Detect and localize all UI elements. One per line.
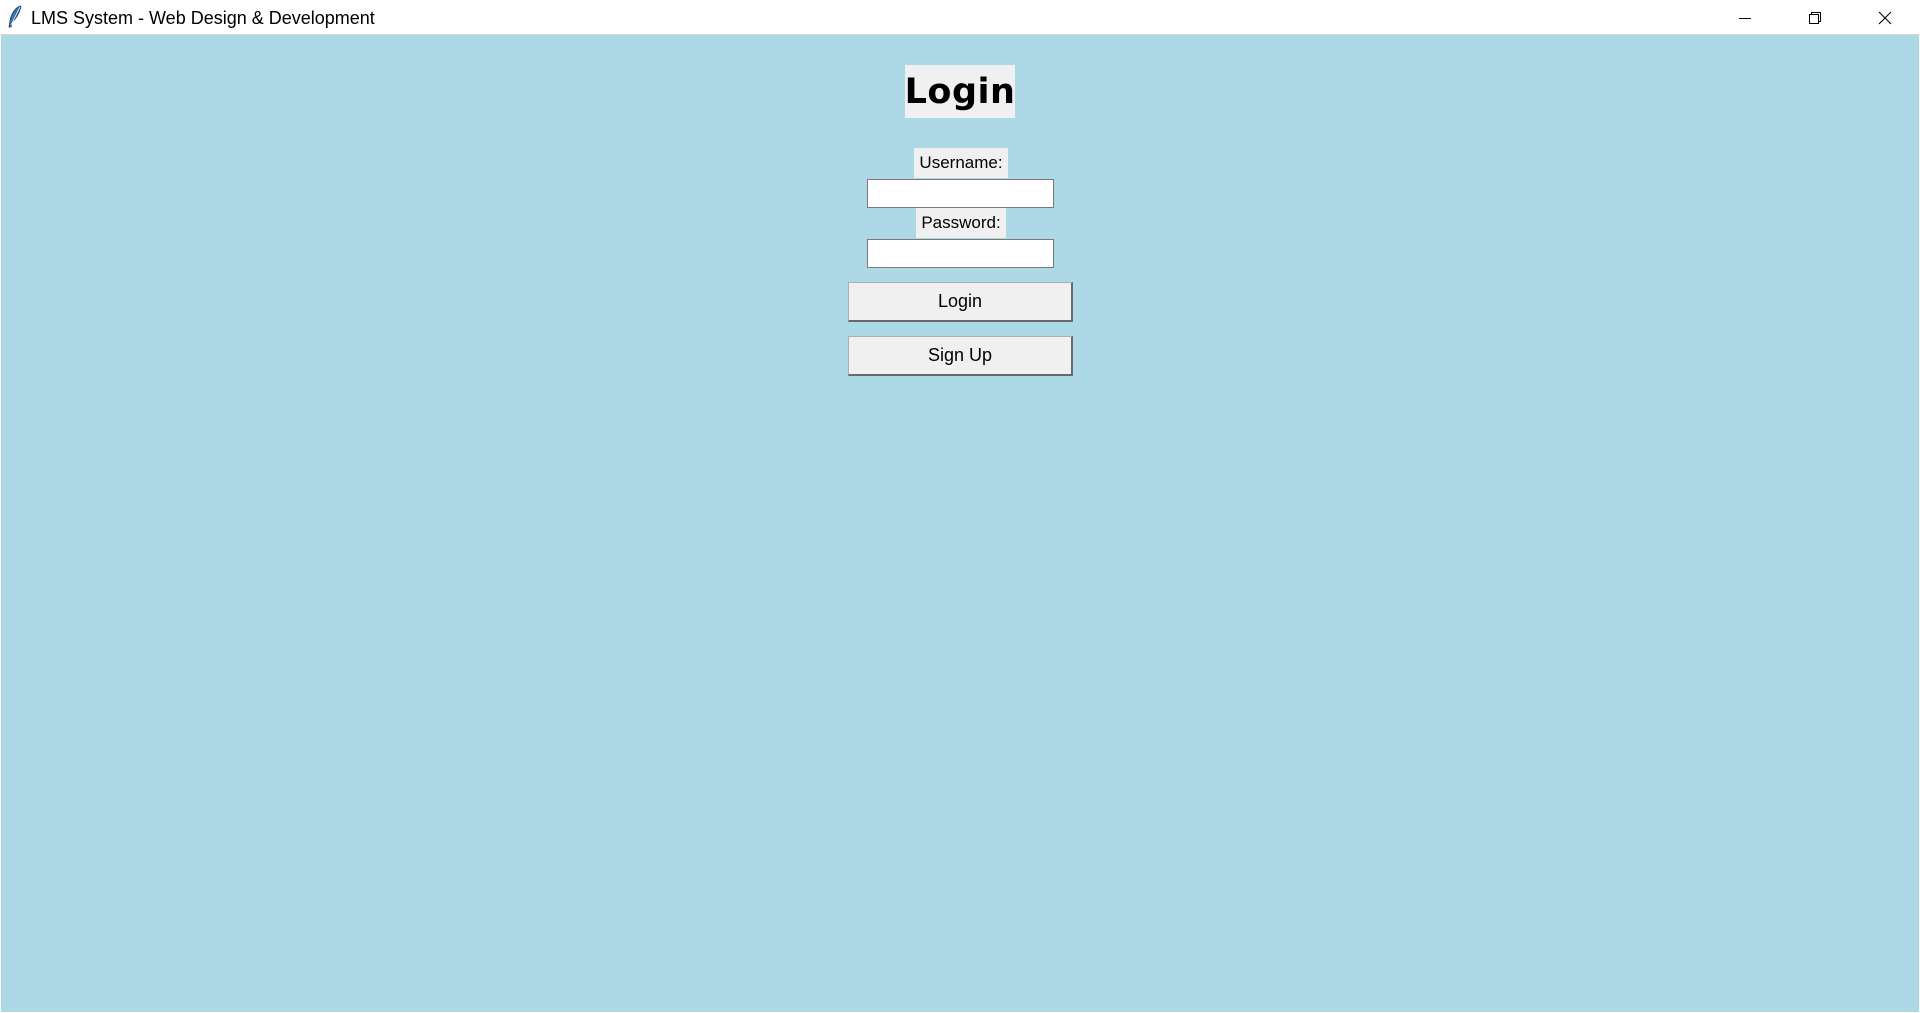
- password-input[interactable]: [867, 239, 1054, 268]
- login-heading: Login: [905, 65, 1015, 118]
- tk-feather-icon: [6, 5, 24, 29]
- signup-button[interactable]: Sign Up: [848, 336, 1073, 376]
- username-label: Username:: [914, 148, 1008, 178]
- minimize-icon: [1737, 10, 1753, 26]
- close-button[interactable]: [1850, 0, 1920, 35]
- password-label: Password:: [916, 208, 1006, 238]
- title-bar[interactable]: LMS System - Web Design & Development: [0, 0, 1920, 35]
- login-button[interactable]: Login: [848, 282, 1073, 322]
- minimize-button[interactable]: [1710, 0, 1780, 35]
- restore-button[interactable]: [1780, 0, 1850, 35]
- app-window: LMS System - Web Design & Development Lo…: [0, 0, 1920, 1013]
- login-form-area: Login Username: Password: Login Sign Up: [1, 35, 1919, 1012]
- window-title: LMS System - Web Design & Development: [31, 8, 375, 28]
- restore-icon: [1807, 10, 1823, 26]
- close-icon: [1877, 10, 1893, 26]
- username-input[interactable]: [867, 179, 1054, 208]
